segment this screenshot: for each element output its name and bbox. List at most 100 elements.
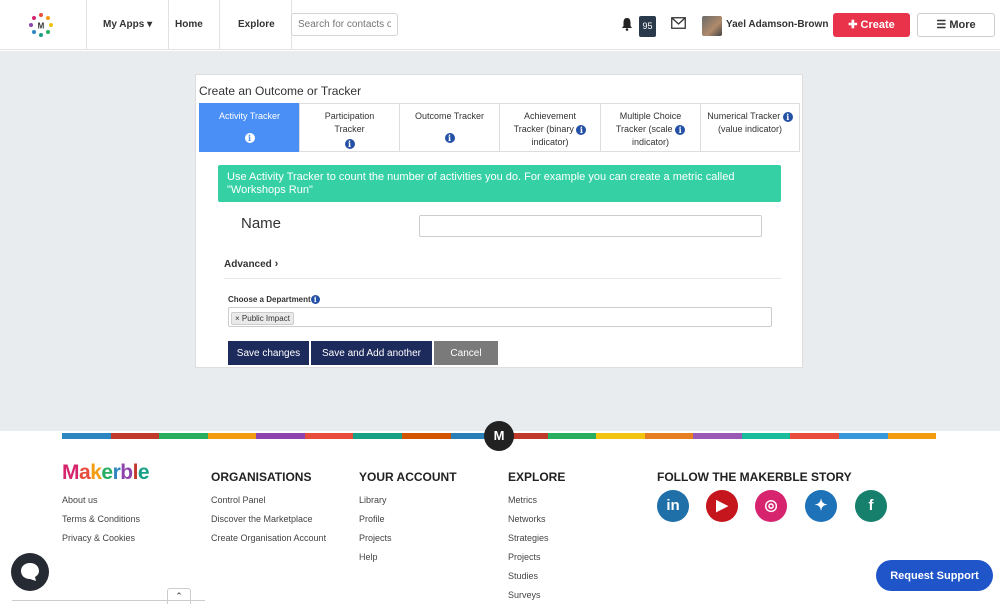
- stripe-segment: [741, 433, 791, 439]
- chevron-right-icon: ›: [274, 258, 279, 270]
- organisations-heading: ORGANISATIONS: [211, 470, 312, 484]
- networks-link[interactable]: Networks: [508, 510, 549, 529]
- more-button-label: More: [949, 19, 976, 31]
- department-chip[interactable]: × Public Impact: [231, 312, 294, 325]
- info-icon[interactable]: i: [576, 124, 587, 135]
- tracker-type-tabs: Activity Tracker i Participation Tracker…: [199, 103, 800, 152]
- top-navbar: M My Apps ▾ Home Explore 95 Yael Adamson…: [0, 0, 1000, 50]
- metrics-link[interactable]: Metrics: [508, 491, 549, 510]
- department-chip-label: Public Impact: [241, 314, 290, 323]
- svg-text:M: M: [38, 22, 45, 31]
- info-icon[interactable]: i: [310, 295, 320, 305]
- account-links: Library Profile Projects Help: [359, 491, 392, 567]
- plus-icon: ✚: [848, 19, 858, 31]
- notification-count-badge[interactable]: 95: [639, 16, 656, 37]
- create-tracker-modal: Create an Outcome or Tracker Activity Tr…: [195, 74, 803, 368]
- info-icon[interactable]: i: [444, 132, 455, 143]
- tab-label: Tracker (binary: [513, 124, 574, 134]
- about-links: About us Terms & Conditions Privacy & Co…: [62, 491, 140, 548]
- department-select[interactable]: × Public Impact: [228, 307, 772, 327]
- tab-label: Achievement: [523, 111, 577, 121]
- tab-label: Outcome Tracker: [414, 111, 485, 121]
- my-apps-menu[interactable]: My Apps ▾: [86, 0, 170, 50]
- info-icon[interactable]: i: [675, 124, 686, 135]
- wordmark-letter: b: [120, 461, 133, 484]
- stripe-segment: [839, 433, 888, 439]
- tab-label: indicator): [631, 137, 669, 147]
- user-avatar[interactable]: [702, 16, 722, 36]
- tab-multiple-choice-tracker[interactable]: Multiple Choice Tracker (scale i indicat…: [600, 103, 700, 152]
- tab-label: Tracker: [334, 124, 365, 134]
- help-link[interactable]: Help: [359, 548, 392, 567]
- profile-link[interactable]: Profile: [359, 510, 392, 529]
- marketplace-link[interactable]: Discover the Marketplace: [211, 510, 326, 529]
- terms-link[interactable]: Terms & Conditions: [62, 510, 140, 529]
- stripe-segment: [256, 433, 305, 439]
- create-button-label: Create: [860, 19, 895, 31]
- mail-icon[interactable]: [671, 17, 686, 29]
- tab-participation-tracker[interactable]: Participation Tracker i: [299, 103, 399, 152]
- create-org-link[interactable]: Create Organisation Account: [211, 529, 326, 548]
- info-icon[interactable]: i: [782, 111, 793, 122]
- search-input[interactable]: [291, 13, 398, 36]
- explore-links: Metrics Networks Strategies Projects Stu…: [508, 491, 549, 604]
- organisations-links: Control Panel Discover the Marketplace C…: [211, 491, 326, 548]
- name-input[interactable]: [419, 215, 762, 237]
- remove-chip-icon[interactable]: ×: [235, 314, 240, 323]
- stripe-segment: [596, 433, 645, 439]
- studies-link[interactable]: Studies: [508, 567, 549, 586]
- modal-title: Create an Outcome or Tracker: [199, 84, 362, 98]
- info-icon[interactable]: i: [244, 132, 255, 143]
- tab-label: Activity Tracker: [218, 111, 280, 121]
- save-and-add-button[interactable]: Save and Add another: [311, 341, 432, 365]
- cancel-button[interactable]: Cancel: [434, 341, 498, 365]
- tab-achievement-tracker[interactable]: Achievement Tracker (binary i indicator): [499, 103, 600, 152]
- nav-home-link[interactable]: Home: [159, 0, 220, 50]
- control-panel-link[interactable]: Control Panel: [211, 491, 326, 510]
- tab-label: Tracker (scale: [615, 124, 673, 134]
- explore-heading: EXPLORE: [508, 470, 566, 484]
- tab-numerical-tracker[interactable]: Numerical Tracker i (value indicator): [700, 103, 800, 152]
- chat-bubble-icon[interactable]: [11, 553, 49, 591]
- projects-link[interactable]: Projects: [359, 529, 392, 548]
- more-button[interactable]: ☰ More: [917, 13, 995, 37]
- about-us-link[interactable]: About us: [62, 491, 140, 510]
- explore-projects-link[interactable]: Projects: [508, 548, 549, 567]
- stripe-segment: [110, 433, 160, 439]
- user-name[interactable]: Yael Adamson-Brown: [726, 19, 828, 30]
- nav-explore-link[interactable]: Explore: [222, 0, 292, 50]
- wordmark-letter: e: [101, 461, 113, 484]
- stripe-segment: [547, 433, 597, 439]
- department-label-text: Choose a Department: [228, 295, 311, 304]
- create-button[interactable]: ✚ Create: [833, 13, 910, 37]
- stripe-segment: [353, 433, 402, 439]
- makerble-wordmark[interactable]: Makerble: [62, 461, 150, 485]
- instagram-icon[interactable]: ◎: [755, 490, 787, 522]
- stripe-segment: [304, 433, 354, 439]
- info-icon[interactable]: i: [344, 138, 355, 149]
- facebook-icon[interactable]: f: [855, 490, 887, 522]
- privacy-link[interactable]: Privacy & Cookies: [62, 529, 140, 548]
- strategies-link[interactable]: Strategies: [508, 529, 549, 548]
- stripe-segment: [790, 433, 839, 439]
- name-label: Name: [241, 215, 282, 232]
- linkedin-icon[interactable]: in: [657, 490, 689, 522]
- divider: [224, 278, 781, 279]
- library-link[interactable]: Library: [359, 491, 392, 510]
- surveys-link[interactable]: Surveys: [508, 586, 549, 604]
- stripe-segment: [644, 433, 694, 439]
- advanced-toggle[interactable]: Advanced ›: [224, 258, 278, 270]
- twitter-icon[interactable]: ✦: [805, 490, 837, 522]
- save-button[interactable]: Save changes: [228, 341, 309, 365]
- tab-activity-tracker[interactable]: Activity Tracker i: [199, 103, 299, 152]
- tab-outcome-tracker[interactable]: Outcome Tracker i: [399, 103, 499, 152]
- wordmark-letter: k: [90, 461, 102, 484]
- bell-icon[interactable]: [620, 17, 634, 31]
- tab-label: (value indicator): [717, 124, 783, 134]
- makerble-logo-icon[interactable]: M: [28, 12, 54, 38]
- youtube-icon[interactable]: ▶: [706, 490, 738, 522]
- tab-label: Numerical Tracker: [707, 111, 781, 121]
- advanced-label: Advanced: [224, 259, 272, 270]
- request-support-button[interactable]: Request Support: [876, 560, 993, 591]
- tab-label: indicator): [531, 137, 569, 147]
